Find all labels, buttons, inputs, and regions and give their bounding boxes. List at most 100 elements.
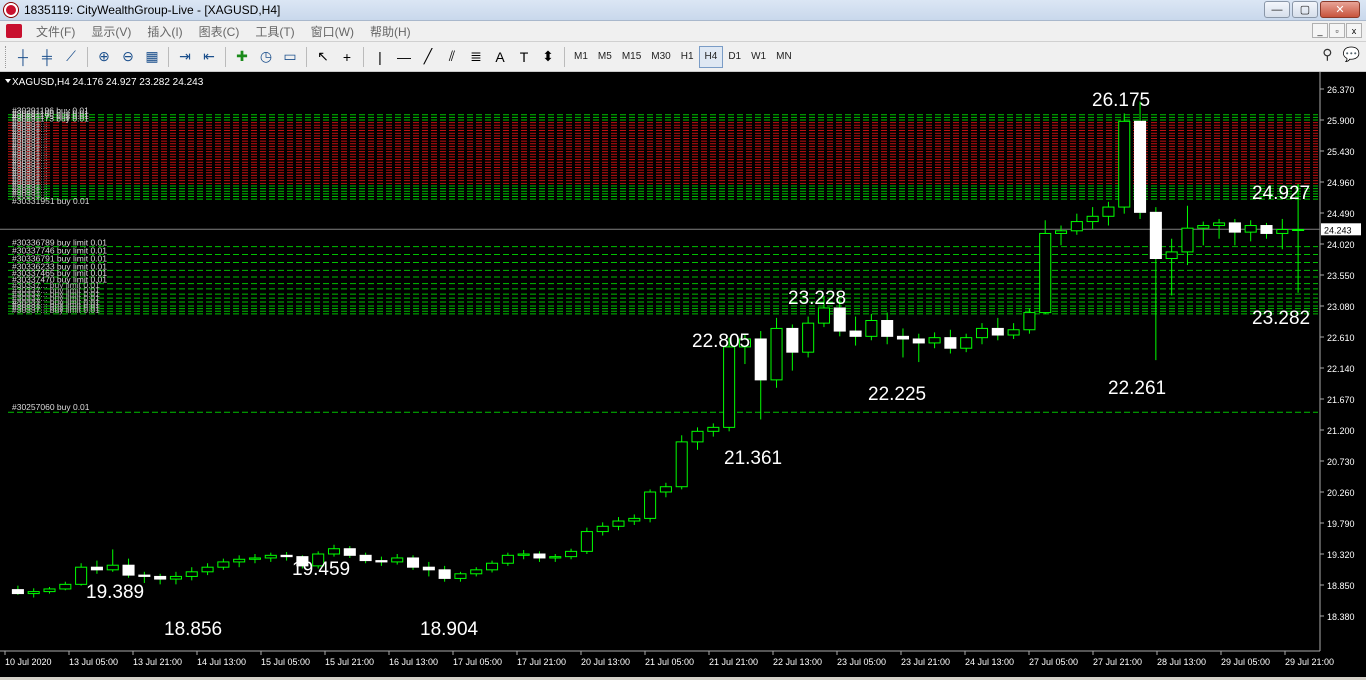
candle-body: [122, 564, 135, 576]
mdi-restore-button[interactable]: ▫: [1329, 23, 1345, 38]
candle-body: [391, 557, 404, 563]
periods-icon[interactable]: ◷: [254, 46, 278, 68]
timeframe-h1[interactable]: H1: [676, 46, 699, 68]
candle-body: [217, 561, 230, 568]
minimize-button[interactable]: —: [1264, 1, 1290, 18]
candle-body: [1244, 225, 1257, 233]
candle-body: [786, 327, 799, 353]
menu-charts[interactable]: 图表(C): [191, 23, 248, 40]
equidistant-channel-icon[interactable]: ⫽: [440, 46, 464, 68]
menu-tools[interactable]: 工具(T): [247, 23, 302, 40]
timeframe-h4[interactable]: H4: [698, 45, 724, 68]
price-annotation: 24.927: [1252, 183, 1310, 204]
close-button[interactable]: ✕: [1320, 1, 1360, 18]
candle-body: [517, 553, 530, 556]
candle-body: [185, 571, 198, 577]
timeframe-w1[interactable]: W1: [746, 46, 771, 68]
y-tick-label: 19.790: [1327, 519, 1355, 529]
x-tick-label: 15 Jul 05:00: [261, 657, 310, 667]
candle-body: [1023, 312, 1036, 331]
candle-body: [106, 564, 119, 571]
line-chart-icon[interactable]: ⟋: [59, 46, 83, 68]
fibonacci-icon[interactable]: ≣: [464, 46, 488, 68]
candle-body: [1197, 225, 1210, 229]
bar-chart-icon[interactable]: ┼: [11, 46, 35, 68]
price-annotation: 26.175: [1092, 90, 1150, 111]
candle-body: [43, 588, 56, 593]
zoom-in-icon[interactable]: ⊕: [92, 46, 116, 68]
candle-body: [1102, 206, 1115, 217]
candle-body: [1039, 232, 1052, 314]
candle-body: [1149, 211, 1162, 260]
x-tick-label: 29 Jul 05:00: [1221, 657, 1270, 667]
indicators-icon[interactable]: ✚: [230, 46, 254, 68]
timeframe-m5[interactable]: M5: [593, 46, 617, 68]
chat-icon[interactable]: 💬: [1343, 46, 1360, 63]
candle-body: [849, 330, 862, 337]
candle-body: [802, 322, 815, 353]
x-tick-label: 21 Jul 05:00: [645, 657, 694, 667]
auto-scroll-icon[interactable]: ⇥: [173, 46, 197, 68]
x-tick-label: 20 Jul 13:00: [581, 657, 630, 667]
candlestick-icon[interactable]: ╪: [35, 46, 59, 68]
y-tick-label: 18.850: [1327, 581, 1355, 591]
text-icon[interactable]: A: [488, 46, 512, 68]
tile-windows-icon[interactable]: ▦: [140, 46, 164, 68]
candle-body: [201, 566, 214, 573]
candle-body: [723, 346, 736, 428]
chart-shift-icon[interactable]: ⇤: [197, 46, 221, 68]
candle-body: [691, 430, 704, 443]
candle-body: [596, 525, 609, 533]
timeframe-m30[interactable]: M30: [646, 46, 675, 68]
chart-window-icon[interactable]: [6, 24, 22, 38]
menu-view[interactable]: 显示(V): [83, 23, 139, 40]
timeframe-d1[interactable]: D1: [723, 46, 746, 68]
price-annotation: 23.282: [1252, 308, 1310, 329]
candle-body: [707, 426, 720, 432]
candle-body: [1228, 222, 1241, 233]
mdi-close-button[interactable]: x: [1346, 23, 1362, 38]
price-tag-label: 24.243: [1324, 225, 1352, 235]
y-tick-label: 24.960: [1327, 178, 1355, 188]
candle-body: [659, 486, 672, 493]
candle-body: [1165, 251, 1178, 260]
search-icon[interactable]: ⚲: [1322, 46, 1332, 63]
chart-menu-arrow-icon[interactable]: [5, 79, 11, 83]
timeframe-m1[interactable]: M1: [569, 46, 593, 68]
candlestick-chart[interactable]: XAGUSD,H4 24.176 24.927 23.282 24.243 26…: [0, 72, 1366, 677]
menu-help[interactable]: 帮助(H): [362, 23, 419, 40]
order-label: #30331951 buy 0.01: [12, 196, 90, 206]
mdi-minimize-button[interactable]: _: [1312, 23, 1328, 38]
cursor-icon[interactable]: ↖: [311, 46, 335, 68]
candle-body: [59, 583, 72, 590]
timeframe-m15[interactable]: M15: [617, 46, 646, 68]
y-tick-label: 20.260: [1327, 488, 1355, 498]
arrows-icon[interactable]: ⬍: [536, 46, 560, 68]
candle-body: [501, 554, 514, 564]
candle-body: [612, 520, 625, 527]
zoom-out-icon[interactable]: ⊖: [116, 46, 140, 68]
menu-file[interactable]: 文件(F): [28, 23, 83, 40]
candle-body: [233, 558, 246, 563]
text-label-icon[interactable]: T: [512, 46, 536, 68]
crosshair-icon[interactable]: +: [335, 46, 359, 68]
trendline-icon[interactable]: ╱: [416, 46, 440, 68]
candle-body: [359, 554, 372, 562]
maximize-button[interactable]: ▢: [1292, 1, 1318, 18]
menu-insert[interactable]: 插入(I): [139, 23, 190, 40]
candle-body: [138, 574, 151, 577]
vertical-line-icon[interactable]: |: [368, 46, 392, 68]
timeframe-mn[interactable]: MN: [771, 46, 797, 68]
horizontal-line-icon[interactable]: —: [392, 46, 416, 68]
y-tick-label: 19.320: [1327, 550, 1355, 560]
price-annotation: 22.225: [868, 384, 926, 405]
menu-window[interactable]: 窗口(W): [303, 23, 362, 40]
y-tick-label: 22.140: [1327, 364, 1355, 374]
templates-icon[interactable]: ▭: [278, 46, 302, 68]
candle-body: [264, 554, 277, 559]
candle-body: [912, 338, 925, 344]
chart-area[interactable]: XAGUSD,H4 24.176 24.927 23.282 24.243 26…: [0, 72, 1366, 677]
candle-body: [754, 338, 767, 381]
y-tick-label: 23.550: [1327, 271, 1355, 281]
price-annotation: 23.228: [788, 288, 846, 309]
